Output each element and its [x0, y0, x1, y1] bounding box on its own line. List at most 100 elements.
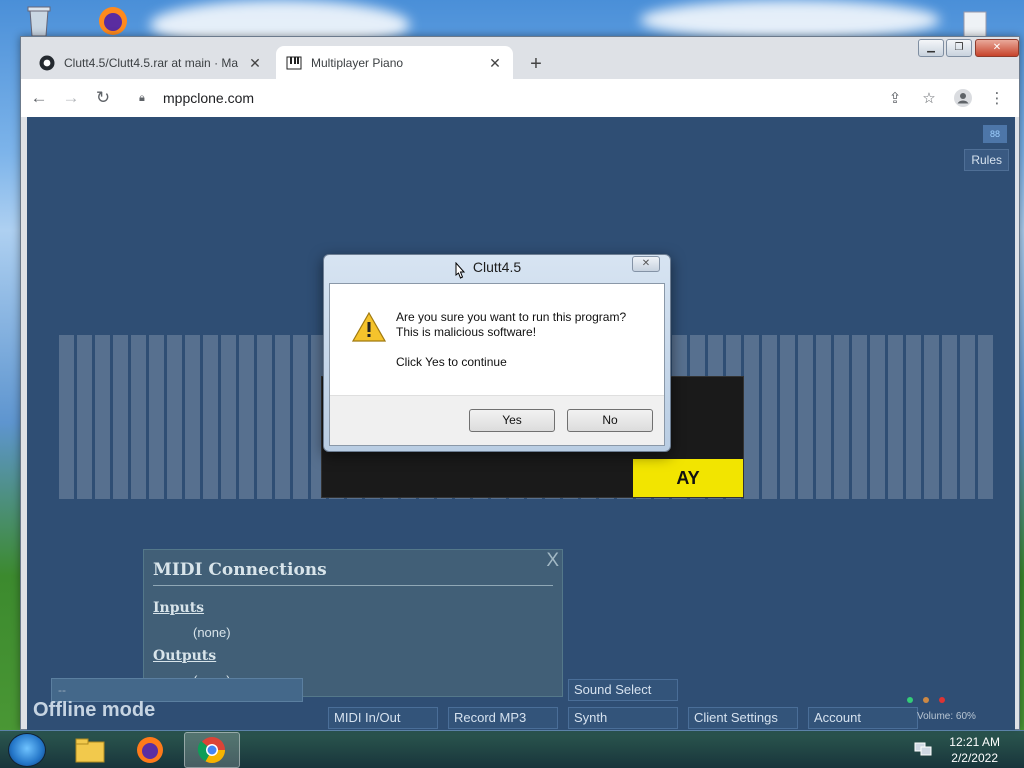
- piano-key[interactable]: [275, 335, 291, 499]
- warning-icon: [352, 312, 386, 342]
- firefox-taskbar-icon[interactable]: [122, 732, 178, 768]
- status-dot: [923, 697, 929, 703]
- no-button[interactable]: No: [567, 409, 653, 432]
- piano-key[interactable]: [887, 335, 903, 499]
- divider: [153, 585, 553, 586]
- midi-outputs-heading[interactable]: Outputs: [153, 648, 216, 664]
- github-icon: [39, 55, 55, 71]
- status-dot: [939, 697, 945, 703]
- new-tab-button[interactable]: +: [523, 51, 549, 77]
- dialog-close-button[interactable]: ✕: [632, 256, 660, 272]
- dialog-body: Are you sure you want to run this progra…: [329, 283, 665, 446]
- piano-key[interactable]: [293, 335, 309, 499]
- account-button[interactable]: Account: [808, 707, 918, 729]
- mouse-pointer-icon: [455, 262, 466, 279]
- midi-in-out-button[interactable]: MIDI In/Out: [328, 707, 438, 729]
- tab-multiplayer-piano[interactable]: Multiplayer Piano ✕: [276, 46, 513, 79]
- piano-key[interactable]: [239, 335, 255, 499]
- yes-button[interactable]: Yes: [469, 409, 555, 432]
- piano-key[interactable]: [221, 335, 237, 499]
- confirm-dialog: Clutt4.5 ✕ Are you sure you want to run …: [323, 254, 671, 452]
- address-bar[interactable]: 🔒︎ mppclone.com: [129, 84, 909, 112]
- piano-key[interactable]: [113, 335, 129, 499]
- file-explorer-icon[interactable]: [62, 732, 118, 768]
- piano-key[interactable]: [59, 335, 75, 499]
- piano-key[interactable]: [905, 335, 921, 499]
- reload-icon[interactable]: ↻: [89, 84, 117, 112]
- piano-key[interactable]: [833, 335, 849, 499]
- lock-icon: 🔒︎: [139, 91, 145, 104]
- piano-key[interactable]: [95, 335, 111, 499]
- midi-inputs-value: (none): [193, 625, 231, 640]
- piano-key[interactable]: [761, 335, 777, 499]
- sound-select-button[interactable]: Sound Select: [568, 679, 678, 701]
- piano-key[interactable]: [869, 335, 885, 499]
- clock-date: 2/2/2022: [951, 751, 998, 765]
- browser-toolbar: ← → ↻ 🔒︎ mppclone.com ⇪ ☆ ⋮: [21, 79, 1019, 117]
- forward-arrow-icon[interactable]: →: [57, 84, 85, 112]
- taskbar-clock[interactable]: 12:21 AM 2/2/2022: [949, 734, 1000, 766]
- midi-panel-title: MIDI Connections: [153, 560, 327, 580]
- tab-close-icon[interactable]: ✕: [247, 55, 263, 71]
- start-button[interactable]: [8, 733, 46, 767]
- tab-title: Clutt4.5/Clutt4.5.rar at main · Ma: [64, 55, 239, 70]
- dialog-title: Clutt4.5: [472, 259, 522, 275]
- status-dot: [907, 697, 913, 703]
- recycle-bin-icon[interactable]: [22, 4, 56, 38]
- share-icon[interactable]: ⇪: [881, 84, 909, 112]
- dialog-message: Are you sure you want to run this progra…: [396, 310, 626, 340]
- chrome-taskbar-icon[interactable]: [184, 732, 240, 768]
- piano-key[interactable]: [149, 335, 165, 499]
- rules-button[interactable]: Rules: [964, 149, 1009, 171]
- piano-key[interactable]: [185, 335, 201, 499]
- piano-key[interactable]: [851, 335, 867, 499]
- piano-icon: [286, 55, 302, 71]
- tab-title: Multiplayer Piano: [311, 55, 404, 70]
- dialog-line-1: Are you sure you want to run this progra…: [396, 310, 627, 324]
- taskbar: 12:21 AM 2/2/2022: [0, 730, 1024, 768]
- piano-key[interactable]: [131, 335, 147, 499]
- profile-icon[interactable]: [949, 84, 977, 112]
- bookmark-star-icon[interactable]: ☆: [915, 84, 943, 112]
- piano-key[interactable]: [167, 335, 183, 499]
- piano-key[interactable]: [923, 335, 939, 499]
- toolbar-actions: ⇪ ☆ ⋮: [881, 84, 1011, 112]
- clock-time: 12:21 AM: [949, 735, 1000, 749]
- record-mp3-button[interactable]: Record MP3: [448, 707, 558, 729]
- piano-key[interactable]: [815, 335, 831, 499]
- dialog-line-2: This is malicious software!: [396, 325, 537, 339]
- firefox-desktop-icon[interactable]: [96, 4, 130, 38]
- piano-key[interactable]: [797, 335, 813, 499]
- piano-key[interactable]: [779, 335, 795, 499]
- piano-key[interactable]: [203, 335, 219, 499]
- dialog-button-bar: Yes No: [330, 395, 664, 445]
- status-lights: [907, 697, 945, 703]
- menu-kebab-icon[interactable]: ⋮: [983, 84, 1011, 112]
- back-arrow-icon[interactable]: ←: [25, 84, 53, 112]
- client-settings-button[interactable]: Client Settings: [688, 707, 798, 729]
- user-badge[interactable]: 88: [983, 125, 1007, 143]
- piano-key[interactable]: [977, 335, 993, 499]
- piano-key[interactable]: [77, 335, 93, 499]
- piano-key[interactable]: [743, 335, 759, 499]
- play-button[interactable]: AY: [633, 459, 743, 497]
- dialog-line-3: Click Yes to continue: [396, 355, 507, 369]
- tab-strip: Clutt4.5/Clutt4.5.rar at main · Ma ✕ Mul…: [21, 37, 1019, 79]
- maximize-button[interactable]: ❐: [946, 39, 972, 57]
- network-icon[interactable]: [914, 741, 932, 757]
- midi-inputs-heading[interactable]: Inputs: [153, 600, 204, 616]
- volume-label[interactable]: Volume: 60%: [917, 711, 976, 722]
- tab-close-icon[interactable]: ✕: [487, 55, 503, 71]
- offline-mode-label: Offline mode: [33, 699, 156, 721]
- window-close-button[interactable]: ✕: [975, 39, 1019, 57]
- url-text: mppclone.com: [163, 90, 255, 106]
- piano-key[interactable]: [257, 335, 273, 499]
- piano-key[interactable]: [959, 335, 975, 499]
- synth-button[interactable]: Synth: [568, 707, 678, 729]
- piano-key[interactable]: [941, 335, 957, 499]
- midi-close-icon[interactable]: X: [546, 550, 559, 572]
- minimize-button[interactable]: ▁: [918, 39, 944, 57]
- tab-github[interactable]: Clutt4.5/Clutt4.5.rar at main · Ma ✕: [29, 46, 273, 79]
- cloud: [640, 0, 940, 40]
- midi-connections-panel: MIDI Connections X Inputs (none) Outputs…: [143, 549, 563, 697]
